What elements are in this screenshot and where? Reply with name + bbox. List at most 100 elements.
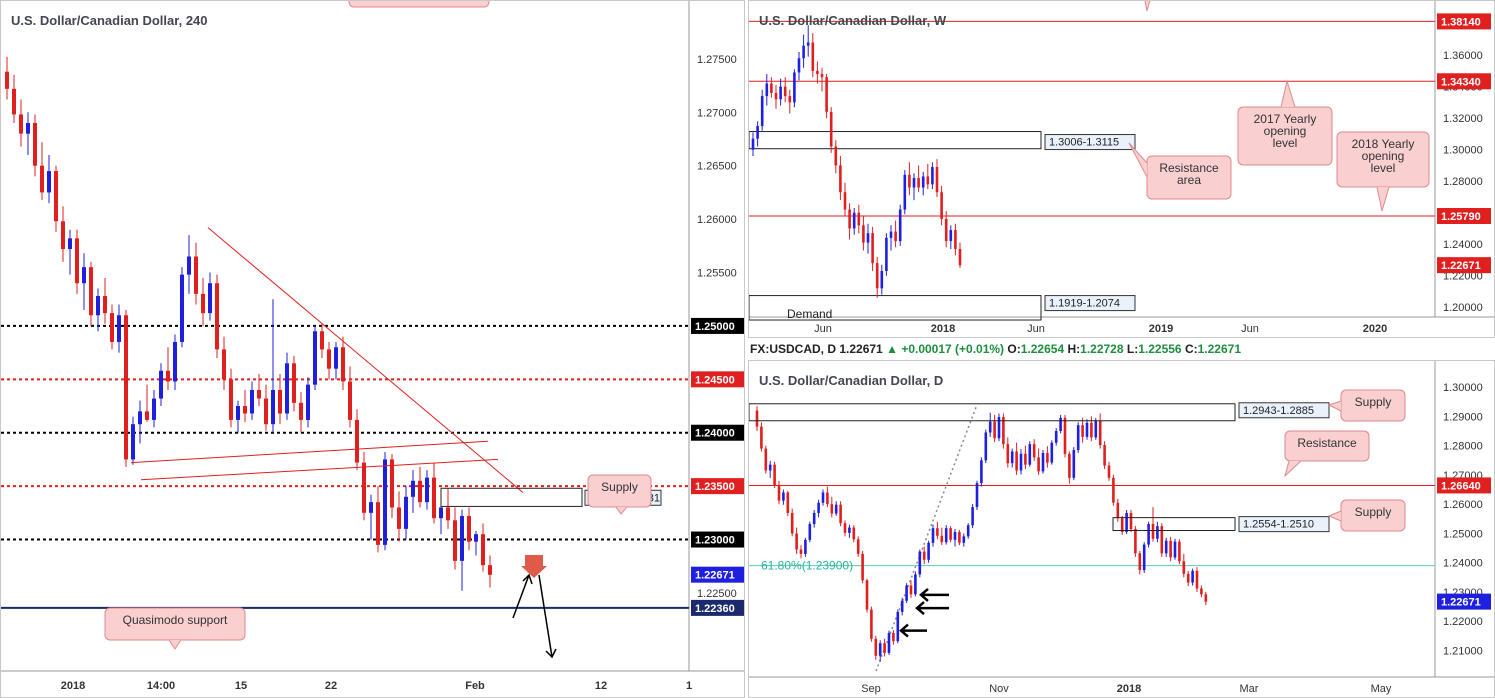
h4-projection-down-arrow xyxy=(538,574,557,659)
weekly-candle xyxy=(788,96,792,103)
h4-candle xyxy=(222,349,226,380)
daily-candle xyxy=(896,611,900,642)
h4-candle xyxy=(250,390,254,414)
daily-candle xyxy=(1024,453,1027,465)
h4-level-price-tag: 1.24000 xyxy=(695,428,735,440)
weekly-2017-yearly-callout-pointer xyxy=(1280,79,1296,108)
daily-candle xyxy=(975,483,979,508)
h4-candle xyxy=(61,221,65,250)
daily-candle xyxy=(949,528,952,540)
weekly-candle xyxy=(949,230,953,242)
daily-candle xyxy=(812,512,816,525)
daily-chart-canvas[interactable]: 1.300001.290001.280001.270001.260001.250… xyxy=(749,361,1495,698)
h4-candle xyxy=(474,534,478,542)
daily-candle xyxy=(997,416,1001,439)
weekly-candle xyxy=(839,165,842,193)
h4-y-tick-label: 1.27500 xyxy=(697,54,737,66)
weekly-candle xyxy=(829,111,833,147)
weekly-candle xyxy=(866,233,870,243)
daily-candle xyxy=(931,528,935,543)
h4-y-tick-label: 1.27000 xyxy=(697,107,737,119)
daily-supply-zone-lower-label: 1.2554-1.2510 xyxy=(1243,519,1314,531)
h4-candle xyxy=(313,331,317,385)
h4-chart-panel[interactable]: 1.27500 1.27000 1.26500 1.26000 1.25500 1.250… xyxy=(0,0,745,698)
h4-chart-canvas[interactable]: 1.27500 1.27000 1.26500 1.26000 1.25500 1.250… xyxy=(1,1,745,698)
daily-candle xyxy=(892,632,895,642)
daily-candle xyxy=(940,535,944,543)
daily-candle xyxy=(1107,465,1111,478)
daily-candle xyxy=(1178,541,1181,562)
weekly-candle xyxy=(912,178,916,188)
daily-candle xyxy=(1156,526,1159,539)
weekly-chart-panel[interactable]: 1.360001.340001.320001.300001.280001.260… xyxy=(748,0,1495,338)
daily-candle xyxy=(1116,502,1120,519)
daily-candle xyxy=(1147,524,1150,545)
daily-resistance-price-tag: 1.26640 xyxy=(1441,480,1481,492)
daily-candle xyxy=(1200,588,1203,595)
daily-candle xyxy=(1028,444,1032,465)
daily-candle xyxy=(843,523,847,533)
weekly-candle xyxy=(889,231,893,238)
daily-candle xyxy=(936,528,939,536)
h4-offscreen-callout-edge xyxy=(348,1,490,8)
weekly-resistance-area-callout-pointer xyxy=(1128,142,1148,178)
h4-candle xyxy=(187,256,191,275)
daily-candle xyxy=(804,539,807,554)
weekly-x-tick-label: 2018 xyxy=(931,323,955,335)
daily-candle xyxy=(1112,477,1115,503)
weekly-2017-yearly-callout: level xyxy=(1273,136,1298,150)
weekly-candle xyxy=(770,83,773,93)
daily-candle xyxy=(944,528,948,543)
h4-candle xyxy=(320,331,324,350)
weekly-candle xyxy=(820,74,824,78)
h4-candle xyxy=(26,122,30,134)
weekly-candle xyxy=(903,174,907,210)
daily-candle xyxy=(1191,570,1194,583)
h4-candle xyxy=(68,238,72,250)
daily-candle xyxy=(914,574,917,595)
h4-x-tick-label: 15 xyxy=(235,680,247,692)
high-value: 1.22728 xyxy=(1080,342,1124,356)
weekly-candle xyxy=(862,225,865,243)
h4-candle xyxy=(278,390,282,414)
change-up-icon: ▲ xyxy=(886,342,898,356)
daily-chart-panel[interactable]: 1.30000 1.29000 1.28000 1.27000 1.26000 1.250… xyxy=(748,360,1495,698)
weekly-candle xyxy=(931,167,934,185)
weekly-chart-canvas[interactable]: 1.360001.340001.320001.300001.280001.260… xyxy=(749,1,1495,338)
daily-candle xyxy=(1186,573,1190,583)
daily-supply-zone-upper xyxy=(749,403,1236,422)
h4-candle xyxy=(264,398,268,425)
h4-candle xyxy=(481,534,485,566)
daily-candle xyxy=(826,492,829,505)
h4-x-tick-label: 2018 xyxy=(61,680,85,692)
weekly-candle xyxy=(885,237,888,271)
daily-candle xyxy=(980,460,983,484)
h4-candle xyxy=(292,363,296,403)
daily-candle xyxy=(764,448,768,471)
daily-x-tick-label: May xyxy=(1371,683,1392,695)
h4-candle xyxy=(397,507,401,529)
weekly-y-tick-label: 1.32000 xyxy=(1443,113,1483,125)
weekly-level-price-tag: 1.34340 xyxy=(1441,76,1481,88)
h4-candle xyxy=(12,88,16,115)
daily-candle xyxy=(821,492,825,503)
daily-x-tick-label: Nov xyxy=(989,683,1009,695)
h4-x-tick-label: 22 xyxy=(325,680,337,692)
h4-candle xyxy=(390,459,394,508)
h4-candle xyxy=(285,363,289,414)
daily-candle xyxy=(1006,444,1010,464)
h4-candle xyxy=(159,370,163,399)
daily-candle xyxy=(1195,570,1199,589)
weekly-2018-yearly-callout: level xyxy=(1371,161,1396,175)
h4-candle xyxy=(257,390,261,399)
weekly-candle xyxy=(751,138,755,150)
daily-candle xyxy=(817,502,820,513)
weekly-chart-title: U.S. Dollar/Canadian Dollar, W xyxy=(759,13,947,28)
daily-chart-title: U.S. Dollar/Canadian Dollar, D xyxy=(759,373,944,388)
daily-candle xyxy=(962,536,966,543)
daily-candle xyxy=(1015,451,1018,471)
daily-candle xyxy=(1098,420,1102,446)
daily-y-tick-label: 1.26000 xyxy=(1443,499,1483,511)
weekly-2018-yearly-callout-pointer xyxy=(1376,186,1390,212)
daily-candle xyxy=(1125,512,1128,532)
